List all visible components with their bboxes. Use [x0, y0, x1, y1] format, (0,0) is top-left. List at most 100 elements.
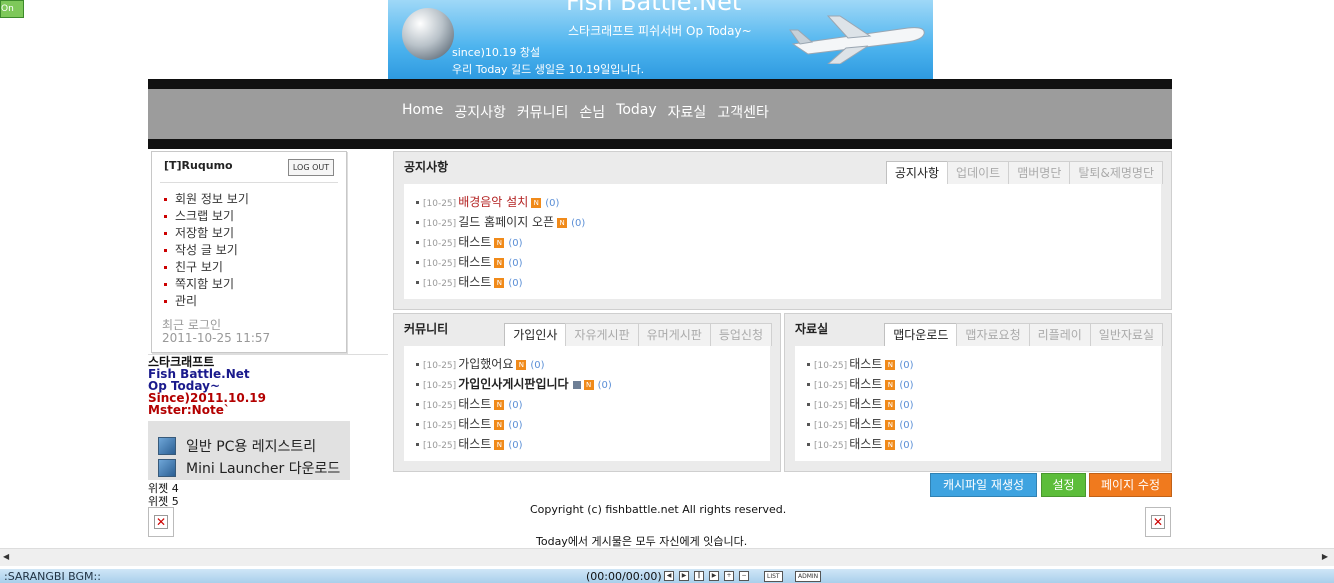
bullet-icon	[807, 443, 810, 446]
nav-community[interactable]: 커뮤니티	[517, 102, 569, 122]
list-item[interactable]: [10-25] 태스트 N (0)	[416, 232, 585, 252]
archive-panel: 자료실 맵다운로드 맵자료요청 리플레이 일반자료실 [10-25] 태스트 N (0…	[784, 313, 1172, 472]
nav-today[interactable]: Today	[616, 102, 657, 122]
horizontal-scrollbar[interactable]: ◀ ▶	[0, 548, 1334, 566]
logout-button[interactable]: LOG OUT	[288, 159, 334, 176]
post-date: [10-25]	[423, 259, 457, 269]
tab-humor-board[interactable]: 유머게시판	[637, 323, 711, 346]
tab-level-up[interactable]: 등업신청	[709, 323, 772, 346]
list-item[interactable]: [10-25] 길드 홈페이지 오픈 N (0)	[416, 212, 585, 232]
post-title[interactable]: 배경음악 설치	[458, 195, 528, 209]
play-icon[interactable]: ▶	[679, 571, 689, 581]
cache-regenerate-button[interactable]: 캐시파일 재생성	[930, 473, 1037, 497]
post-date: [10-25]	[423, 441, 457, 451]
list-item[interactable]: [10-25] 가입했어요 N (0)	[416, 354, 612, 374]
airplane-icon	[789, 15, 925, 64]
comment-count: (0)	[508, 278, 523, 289]
pc-registry-link[interactable]: 일반 PC용 레지스트리	[158, 436, 316, 456]
tab-notice[interactable]: 공지사항	[885, 161, 949, 184]
menu-scrap[interactable]: 스크랩 보기	[164, 207, 249, 224]
volume-down-icon[interactable]: −	[739, 571, 749, 581]
post-date: [10-25]	[814, 421, 848, 431]
prev-icon[interactable]: ◀	[664, 571, 674, 581]
download-box: 일반 PC용 레지스트리 Mini Launcher 다운로드	[148, 421, 350, 480]
post-title[interactable]: 길드 홈페이지 오픈	[458, 215, 554, 229]
list-item[interactable]: [10-25] 태스트 N (0)	[416, 272, 585, 292]
post-title[interactable]: 가입했어요	[458, 357, 513, 371]
tab-update[interactable]: 업데이트	[947, 161, 1010, 184]
notice-title: 공지사항	[404, 160, 449, 174]
list-item[interactable]: [10-25] 태스트 N (0)	[807, 394, 913, 414]
menu-member-info[interactable]: 회원 정보 보기	[164, 190, 249, 207]
notice-list: [10-25] 배경음악 설치 N (0) [10-25] 길드 홈페이지 오픈 N (0)[…	[416, 192, 585, 292]
list-item[interactable]: [10-25] 태스트 N (0)	[807, 414, 913, 434]
nav-notice[interactable]: 공지사항	[454, 102, 506, 122]
scroll-left-icon[interactable]: ◀	[3, 552, 9, 561]
list-item[interactable]: [10-25] 태스트 N (0)	[416, 394, 612, 414]
post-title[interactable]: 태스트	[458, 255, 491, 269]
list-item[interactable]: [10-25] 태스트 N (0)	[807, 434, 913, 454]
post-title[interactable]: 태스트	[849, 417, 882, 431]
community-panel: 커뮤니티 가입인사 자유게시판 유머게시판 등업신청 [10-25] 가입했어요 N…	[393, 313, 781, 472]
nav-archive[interactable]: 자료실	[668, 102, 707, 122]
post-title[interactable]: 태스트	[458, 275, 491, 289]
menu-friends[interactable]: 친구 보기	[164, 258, 249, 275]
bullet-icon	[416, 261, 419, 264]
list-item[interactable]: [10-25] 태스트 N (0)	[416, 434, 612, 454]
menu-messages[interactable]: 쪽지함 보기	[164, 275, 249, 292]
scroll-right-icon[interactable]: ▶	[1322, 552, 1328, 561]
post-title[interactable]: 태스트	[458, 437, 491, 451]
username: [T]Ruqumo	[164, 159, 233, 172]
new-badge-icon: N	[885, 419, 896, 430]
bullet-icon	[416, 443, 419, 446]
tab-map-request[interactable]: 맵자료요청	[956, 323, 1030, 346]
menu-admin[interactable]: 관리	[164, 292, 249, 309]
list-item[interactable]: [10-25] 태스트 N (0)	[807, 374, 913, 394]
tab-members[interactable]: 맴버명단	[1008, 161, 1071, 184]
admin-button[interactable]: ADMIN	[795, 571, 822, 582]
community-title: 커뮤니티	[404, 322, 449, 336]
post-title[interactable]: 가입인사게시판입니다	[458, 377, 568, 391]
notice-panel: 공지사항 공지사항 업데이트 맴버명단 탈퇴&제명명단 [10-25] 배경음악 …	[393, 151, 1172, 310]
post-title[interactable]: 태스트	[849, 377, 882, 391]
next-icon[interactable]: ▶	[709, 571, 719, 581]
list-item[interactable]: [10-25] 가입인사게시판입니다 N (0)	[416, 374, 612, 394]
tab-general-archive[interactable]: 일반자료실	[1089, 323, 1163, 346]
tab-replay[interactable]: 리플레이	[1028, 323, 1091, 346]
post-date: [10-25]	[423, 239, 457, 249]
post-title[interactable]: 태스트	[458, 397, 491, 411]
list-item[interactable]: [10-25] 태스트 N (0)	[807, 354, 913, 374]
list-item[interactable]: [10-25] 태스트 N (0)	[416, 252, 585, 272]
launcher-link[interactable]: Mini Launcher 다운로드	[158, 458, 340, 478]
menu-my-posts[interactable]: 작성 글 보기	[164, 241, 249, 258]
post-title[interactable]: 태스트	[458, 235, 491, 249]
nav-top-border	[148, 79, 1172, 89]
nav-support[interactable]: 고객센타	[717, 102, 769, 122]
volume-up-icon[interactable]: +	[724, 571, 734, 581]
pause-icon[interactable]: ‖	[694, 571, 704, 581]
post-title[interactable]: 태스트	[849, 437, 882, 451]
comment-count: (0)	[508, 238, 523, 249]
settings-button[interactable]: 설정	[1041, 473, 1086, 497]
tab-map-download[interactable]: 맵다운로드	[884, 323, 958, 346]
comment-count: (0)	[899, 360, 914, 371]
banner-line-2: 우리 Today 길드 생일은 10.19일입니다.	[452, 63, 645, 76]
post-title[interactable]: 태스트	[458, 417, 491, 431]
tab-free-board[interactable]: 자유게시판	[565, 323, 639, 346]
toggle-button[interactable]: On	[0, 0, 24, 18]
nav-home[interactable]: Home	[402, 102, 443, 122]
list-item[interactable]: [10-25] 태스트 N (0)	[416, 414, 612, 434]
bullet-icon	[416, 221, 419, 224]
post-title[interactable]: 태스트	[849, 357, 882, 371]
nav-guest[interactable]: 손님	[579, 102, 605, 122]
post-title[interactable]: 태스트	[849, 397, 882, 411]
list-item[interactable]: [10-25] 배경음악 설치 N (0)	[416, 192, 585, 212]
menu-saved[interactable]: 저장함 보기	[164, 224, 249, 241]
tab-join-greeting[interactable]: 가입인사	[504, 323, 567, 346]
edit-page-button[interactable]: 페이지 수정	[1089, 473, 1172, 497]
post-date: [10-25]	[423, 401, 457, 411]
registry-icon	[158, 437, 176, 455]
list-button[interactable]: LIST	[764, 571, 783, 582]
archive-title: 자료실	[795, 322, 829, 336]
tab-withdrawn[interactable]: 탈퇴&제명명단	[1069, 161, 1163, 184]
